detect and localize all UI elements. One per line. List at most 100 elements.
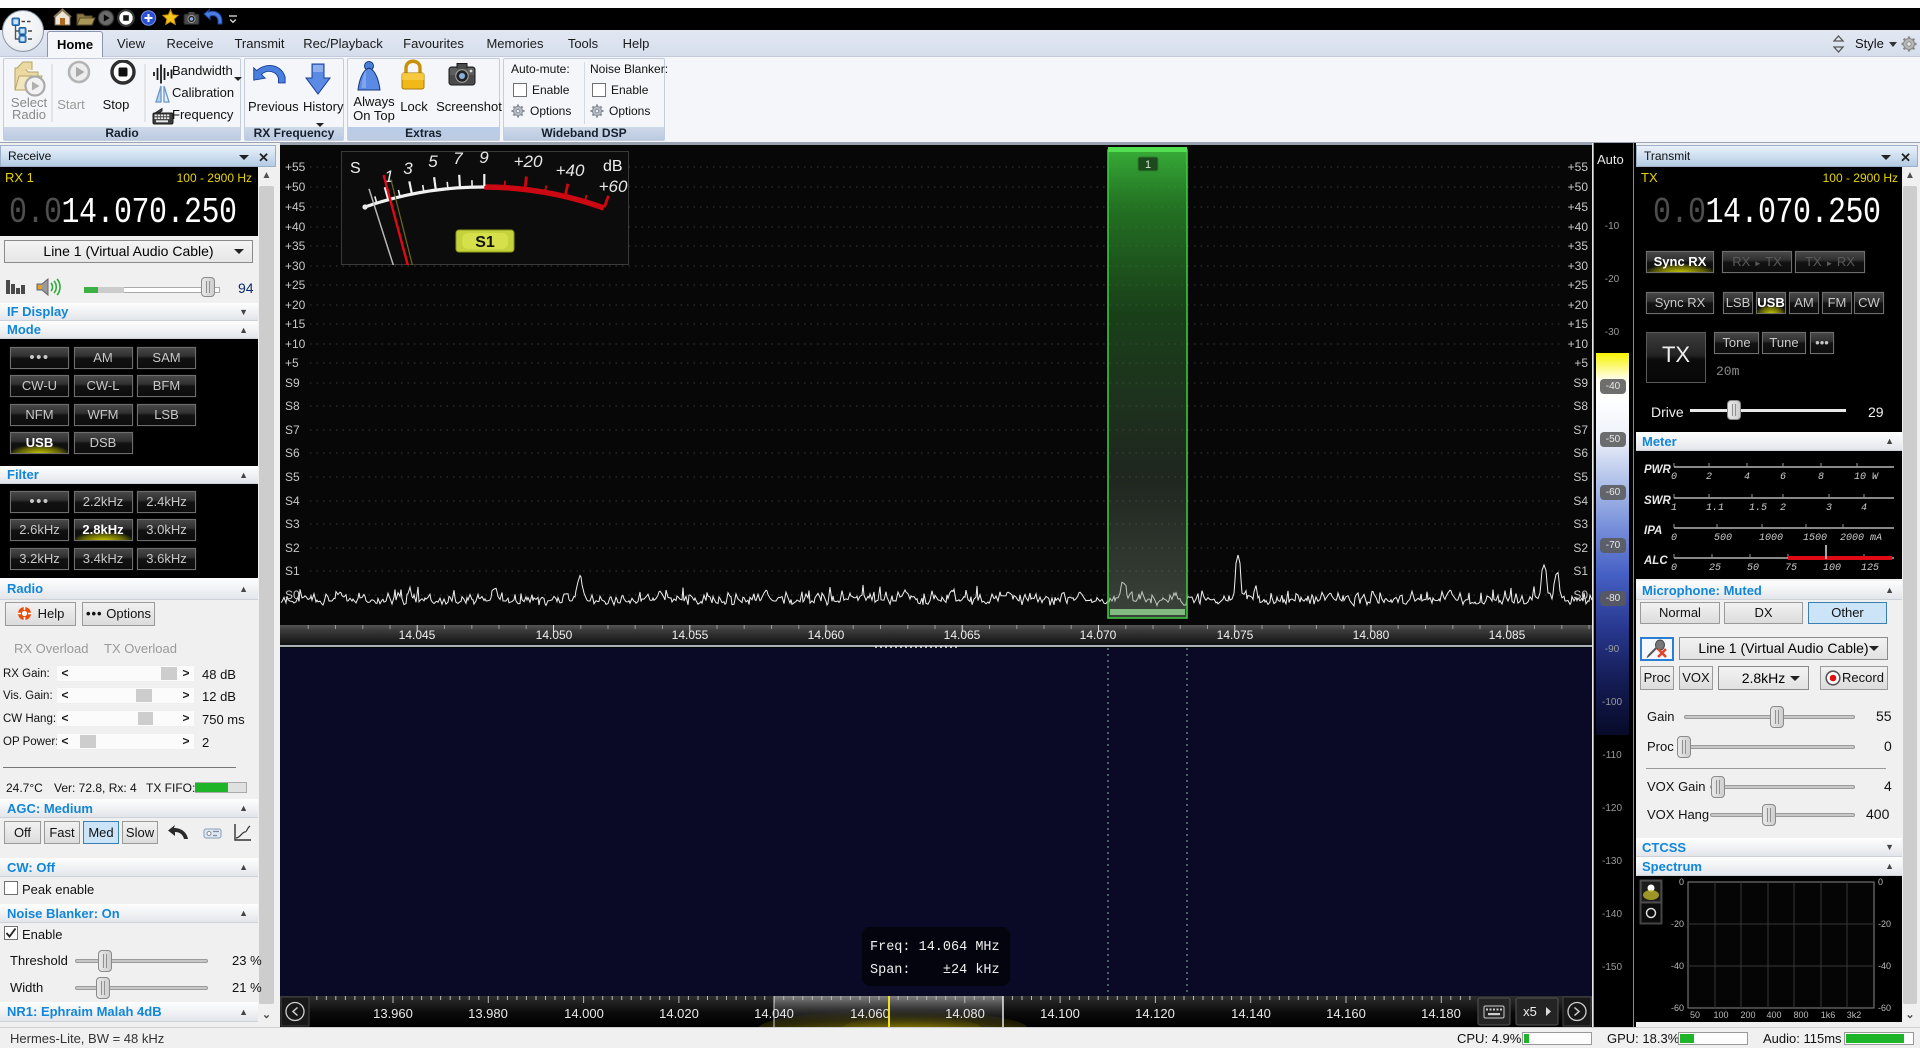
svg-text:+50: +50 <box>285 180 306 194</box>
svg-text:S8: S8 <box>1573 399 1588 413</box>
svg-text:S7: S7 <box>285 423 300 437</box>
svg-text:S0: S0 <box>1573 588 1588 602</box>
svg-text:+5: +5 <box>285 356 299 370</box>
svg-text:+30: +30 <box>285 259 306 273</box>
svg-text:50: 50 <box>1690 1010 1700 1020</box>
svg-text:2: 2 <box>1706 472 1712 483</box>
svg-text:8: 8 <box>1818 472 1824 483</box>
svg-text:3k2: 3k2 <box>1847 1010 1862 1020</box>
svg-text:14.050: 14.050 <box>536 628 573 642</box>
svg-text:1k6: 1k6 <box>1821 1010 1836 1020</box>
svg-text:75: 75 <box>1785 563 1797 574</box>
svg-text:7: 7 <box>453 151 463 168</box>
svg-text:500: 500 <box>1714 533 1732 544</box>
svg-text:S1: S1 <box>1573 564 1588 578</box>
svg-text:14.160: 14.160 <box>1326 1006 1366 1021</box>
svg-text:dB: dB <box>603 158 623 175</box>
svg-text:1000: 1000 <box>1759 533 1783 544</box>
svg-text:S6: S6 <box>1573 446 1588 460</box>
svg-text:+25: +25 <box>285 278 306 292</box>
svg-text:14.060: 14.060 <box>808 628 845 642</box>
svg-text:3: 3 <box>1826 503 1832 514</box>
svg-text:+45: +45 <box>1568 200 1589 214</box>
svg-text:0: 0 <box>1671 533 1677 544</box>
svg-text:25: 25 <box>1709 563 1721 574</box>
svg-text:+45: +45 <box>285 200 306 214</box>
svg-text:1.5: 1.5 <box>1749 503 1767 514</box>
svg-text:-40: -40 <box>1671 961 1684 971</box>
svg-text:S2: S2 <box>285 541 300 555</box>
svg-text:13.960: 13.960 <box>373 1006 413 1021</box>
svg-text:14.180: 14.180 <box>1421 1006 1461 1021</box>
svg-text:5: 5 <box>428 152 438 171</box>
svg-text:+35: +35 <box>1568 239 1589 253</box>
svg-text:S3: S3 <box>285 517 300 531</box>
svg-text:+20: +20 <box>285 298 306 312</box>
svg-text:S9: S9 <box>285 376 300 390</box>
svg-text:50: 50 <box>1747 563 1759 574</box>
svg-text:6: 6 <box>1780 472 1786 483</box>
svg-text:0: 0 <box>1671 472 1677 483</box>
svg-text:S9: S9 <box>1573 376 1588 390</box>
svg-text:14.140: 14.140 <box>1231 1006 1271 1021</box>
svg-text:14.100: 14.100 <box>1040 1006 1080 1021</box>
svg-text:S0: S0 <box>285 588 300 602</box>
svg-text:-60: -60 <box>1671 1003 1684 1013</box>
svg-text:1500: 1500 <box>1803 533 1827 544</box>
svg-text:400: 400 <box>1766 1010 1781 1020</box>
svg-text:-20: -20 <box>1671 919 1684 929</box>
svg-text:14.065: 14.065 <box>944 628 981 642</box>
svg-text:+40: +40 <box>1568 220 1589 234</box>
svg-text:0: 0 <box>1679 877 1684 887</box>
svg-text:2: 2 <box>1780 503 1786 514</box>
svg-text:14.000: 14.000 <box>564 1006 604 1021</box>
svg-text:S1: S1 <box>285 564 300 578</box>
svg-text:ALC: ALC <box>1643 555 1668 567</box>
svg-text:S4: S4 <box>1573 494 1588 508</box>
svg-text:S3: S3 <box>1573 517 1588 531</box>
svg-text:14.085: 14.085 <box>1489 628 1526 642</box>
svg-text:+20: +20 <box>514 152 543 171</box>
svg-text:S5: S5 <box>285 470 300 484</box>
svg-text:+40: +40 <box>285 220 306 234</box>
svg-text:SWR: SWR <box>1644 495 1672 507</box>
svg-text:4: 4 <box>1744 472 1750 483</box>
svg-text:+35: +35 <box>285 239 306 253</box>
svg-text:+15: +15 <box>285 317 306 331</box>
svg-text:14.045: 14.045 <box>399 628 436 642</box>
svg-text:14.070: 14.070 <box>1080 628 1117 642</box>
svg-text:2000 mA: 2000 mA <box>1840 533 1882 544</box>
svg-text:-60: -60 <box>1878 1003 1891 1013</box>
svg-text:S2: S2 <box>1573 541 1588 555</box>
svg-text:PWR: PWR <box>1644 464 1672 476</box>
svg-text:S8: S8 <box>285 399 300 413</box>
svg-text:IPA: IPA <box>1644 525 1662 537</box>
svg-text:9: 9 <box>479 151 489 167</box>
svg-text:100: 100 <box>1713 1010 1728 1020</box>
svg-text:+30: +30 <box>1568 259 1589 273</box>
svg-text:+5: +5 <box>1574 356 1588 370</box>
svg-text:14.020: 14.020 <box>659 1006 699 1021</box>
svg-text:14.080: 14.080 <box>945 1006 985 1021</box>
svg-text:0: 0 <box>1878 877 1883 887</box>
svg-text:+40: +40 <box>556 161 585 180</box>
svg-text:S6: S6 <box>285 446 300 460</box>
svg-text:3: 3 <box>403 159 413 178</box>
svg-text:14.120: 14.120 <box>1135 1006 1175 1021</box>
svg-text:13.980: 13.980 <box>468 1006 508 1021</box>
svg-text:4: 4 <box>1861 503 1867 514</box>
svg-text:S7: S7 <box>1573 423 1588 437</box>
svg-text:14.080: 14.080 <box>1353 628 1390 642</box>
svg-text:-40: -40 <box>1878 961 1891 971</box>
svg-text:125: 125 <box>1861 563 1879 574</box>
svg-text:S1: S1 <box>475 234 495 251</box>
svg-text:10 W: 10 W <box>1854 472 1879 483</box>
svg-text:+50: +50 <box>1568 180 1589 194</box>
svg-text:+55: +55 <box>285 160 306 174</box>
svg-text:Style: Style <box>1855 36 1884 51</box>
svg-text:14.075: 14.075 <box>1217 628 1254 642</box>
svg-text:1: 1 <box>1671 503 1677 514</box>
svg-text:S: S <box>350 160 361 177</box>
svg-text:800: 800 <box>1793 1010 1808 1020</box>
svg-text:14.060: 14.060 <box>850 1006 890 1021</box>
